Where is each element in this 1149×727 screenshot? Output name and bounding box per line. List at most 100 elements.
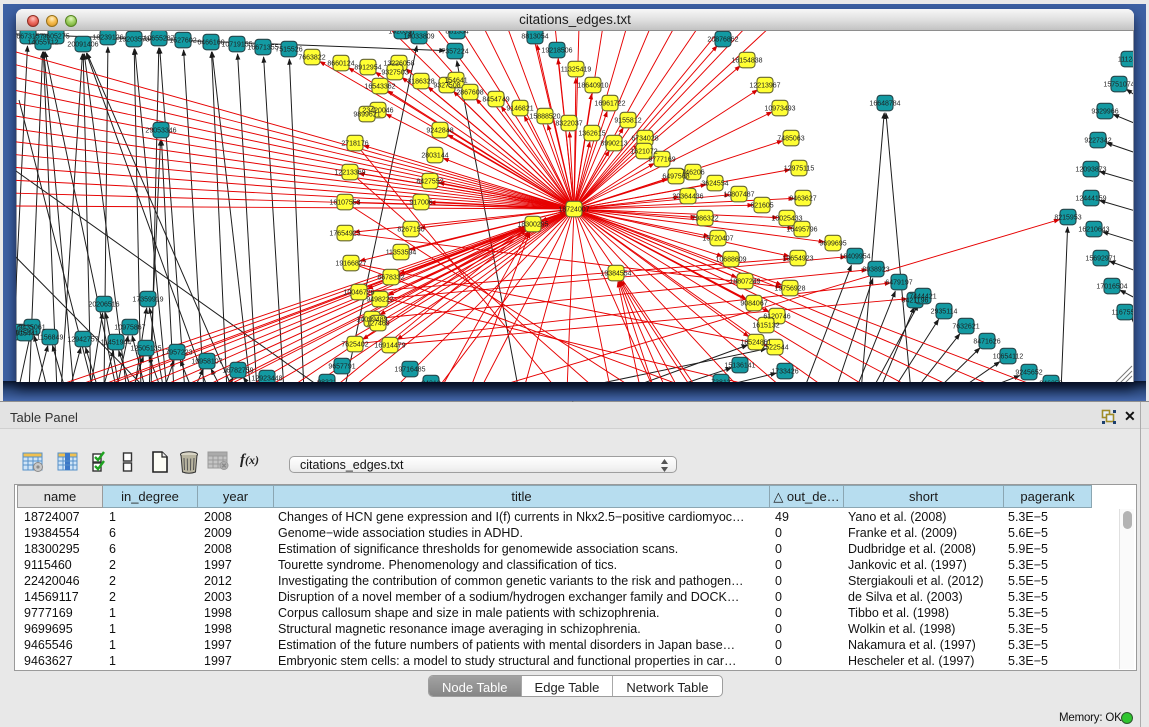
- svg-text:10958107: 10958107: [191, 359, 222, 366]
- svg-text:7485063: 7485063: [777, 136, 804, 143]
- svg-text:9699695: 9699695: [819, 241, 846, 248]
- svg-text:7625402: 7625402: [341, 342, 368, 349]
- svg-text:8990213: 8990213: [600, 141, 627, 148]
- svg-text:13226058: 13226058: [383, 61, 414, 68]
- svg-text:11325419: 11325419: [561, 67, 592, 74]
- svg-text:2522544: 2522544: [761, 345, 788, 352]
- svg-text:10046726: 10046726: [343, 290, 374, 297]
- svg-text:18724007: 18724007: [558, 207, 589, 214]
- svg-text:12923448: 12923448: [251, 376, 282, 382]
- svg-text:2867608: 2867608: [456, 90, 483, 97]
- svg-text:111243: 111243: [1118, 57, 1133, 64]
- svg-text:1156849: 1156849: [37, 335, 64, 342]
- svg-text:8186328: 8186328: [407, 79, 434, 86]
- svg-text:12942757: 12942757: [67, 337, 98, 344]
- svg-text:16495796: 16495796: [786, 227, 817, 234]
- svg-text:1527602: 1527602: [169, 38, 196, 45]
- svg-text:16210643: 16210643: [1078, 227, 1109, 234]
- svg-text:12975115: 12975115: [784, 166, 815, 173]
- svg-text:1733426: 1733426: [771, 369, 798, 376]
- svg-text:18300295: 18300295: [517, 222, 548, 229]
- svg-text:9242848: 9242848: [426, 128, 453, 135]
- svg-text:20206516: 20206516: [88, 302, 119, 309]
- svg-text:8454749: 8454749: [482, 97, 509, 104]
- svg-text:9329966: 9329966: [1091, 109, 1118, 116]
- svg-text:17654923: 17654923: [329, 231, 360, 238]
- svg-text:917006: 917006: [409, 200, 432, 207]
- svg-text:8215953: 8215953: [1054, 215, 1081, 222]
- svg-text:7515526: 7515526: [275, 47, 302, 54]
- svg-text:10973493: 10973493: [764, 106, 795, 113]
- svg-text:10807487: 10807487: [723, 192, 754, 199]
- svg-text:15692971: 15692971: [1085, 256, 1116, 263]
- svg-text:10654112: 10654112: [993, 354, 1024, 361]
- svg-text:20364436: 20364436: [672, 194, 703, 201]
- svg-text:9899621: 9899621: [353, 112, 380, 119]
- svg-text:7663822: 7663822: [298, 55, 325, 62]
- svg-text:19384554: 19384554: [600, 271, 631, 278]
- svg-text:19716485: 19716485: [394, 367, 425, 374]
- svg-text:8813054: 8813054: [521, 34, 548, 41]
- svg-text:10025433: 10025433: [771, 216, 802, 223]
- svg-text:1621072: 1621072: [630, 149, 657, 156]
- svg-text:1167551: 1167551: [1112, 310, 1133, 317]
- svg-text:6734028: 6734028: [631, 136, 658, 143]
- svg-text:16154838: 16154838: [731, 58, 762, 65]
- svg-text:19166827: 19166827: [335, 261, 366, 268]
- svg-text:127469: 127469: [366, 321, 389, 328]
- svg-text:3624554: 3624554: [701, 181, 728, 188]
- svg-text:9777169: 9777169: [648, 157, 675, 164]
- svg-text:8678332: 8678332: [377, 275, 404, 282]
- svg-text:15720407: 15720407: [702, 236, 733, 243]
- svg-text:15888520: 15888520: [529, 114, 560, 121]
- svg-text:15136141: 15136141: [724, 363, 755, 370]
- svg-text:946358: 946358: [1039, 381, 1062, 382]
- svg-text:16033809: 16033809: [403, 34, 434, 41]
- svg-text:1362615: 1362615: [578, 131, 605, 138]
- svg-text:9245652: 9245652: [1015, 370, 1042, 377]
- svg-text:16914479: 16914479: [374, 343, 405, 350]
- svg-text:9227342: 9227342: [1084, 138, 1111, 145]
- svg-text:8938923: 8938923: [862, 267, 889, 274]
- svg-text:16409954: 16409954: [839, 254, 870, 261]
- svg-text:16782759: 16782759: [222, 368, 253, 375]
- svg-text:8267150: 8267150: [397, 227, 424, 234]
- svg-text:1615132: 1615132: [752, 323, 779, 330]
- svg-text:14055712: 14055712: [27, 40, 58, 47]
- svg-text:12213369: 12213369: [334, 170, 365, 177]
- svg-text:8912954: 8912954: [354, 65, 381, 72]
- svg-text:7357224: 7357224: [441, 49, 468, 56]
- svg-text:2718176: 2718176: [341, 141, 368, 148]
- svg-text:16648784: 16648784: [869, 101, 900, 108]
- svg-text:19756928: 19756928: [774, 286, 805, 293]
- svg-text:18640910: 18640910: [577, 83, 608, 90]
- svg-text:9605275: 9605275: [42, 34, 69, 41]
- svg-text:8427552: 8427552: [416, 179, 443, 186]
- svg-text:19654923: 19654923: [782, 256, 813, 263]
- svg-text:9327503: 9327503: [381, 70, 408, 77]
- svg-text:7986322: 7986322: [691, 216, 718, 223]
- svg-text:8322037: 8322037: [555, 121, 582, 128]
- svg-text:84312: 84312: [421, 381, 441, 382]
- svg-text:8915441: 8915441: [16, 331, 39, 338]
- svg-text:2803144: 2803144: [421, 153, 448, 160]
- svg-text:16107553: 16107553: [329, 200, 360, 207]
- svg-text:12093873: 12093873: [1075, 167, 1106, 174]
- svg-text:9657791: 9657791: [328, 364, 355, 371]
- svg-text:18807249: 18807249: [729, 279, 760, 286]
- svg-text:16961722: 16961722: [594, 101, 625, 108]
- svg-text:9084067: 9084067: [740, 301, 767, 308]
- svg-text:154641: 154641: [444, 78, 467, 85]
- svg-text:20876862: 20876862: [707, 37, 738, 44]
- svg-text:12213967: 12213967: [749, 83, 780, 90]
- svg-text:12505135: 12505135: [130, 346, 161, 353]
- svg-text:17957223: 17957223: [161, 350, 192, 357]
- svg-text:17016504: 17016504: [1096, 284, 1127, 291]
- svg-text:20091406: 20091406: [67, 42, 98, 49]
- svg-text:2935114: 2935114: [931, 309, 958, 316]
- svg-text:10975867: 10975867: [114, 325, 145, 332]
- svg-text:8660124: 8660124: [327, 61, 354, 68]
- svg-text:7632621: 7632621: [952, 324, 979, 331]
- svg-text:9498222: 9498222: [366, 297, 393, 304]
- svg-text:73812: 73812: [711, 380, 731, 382]
